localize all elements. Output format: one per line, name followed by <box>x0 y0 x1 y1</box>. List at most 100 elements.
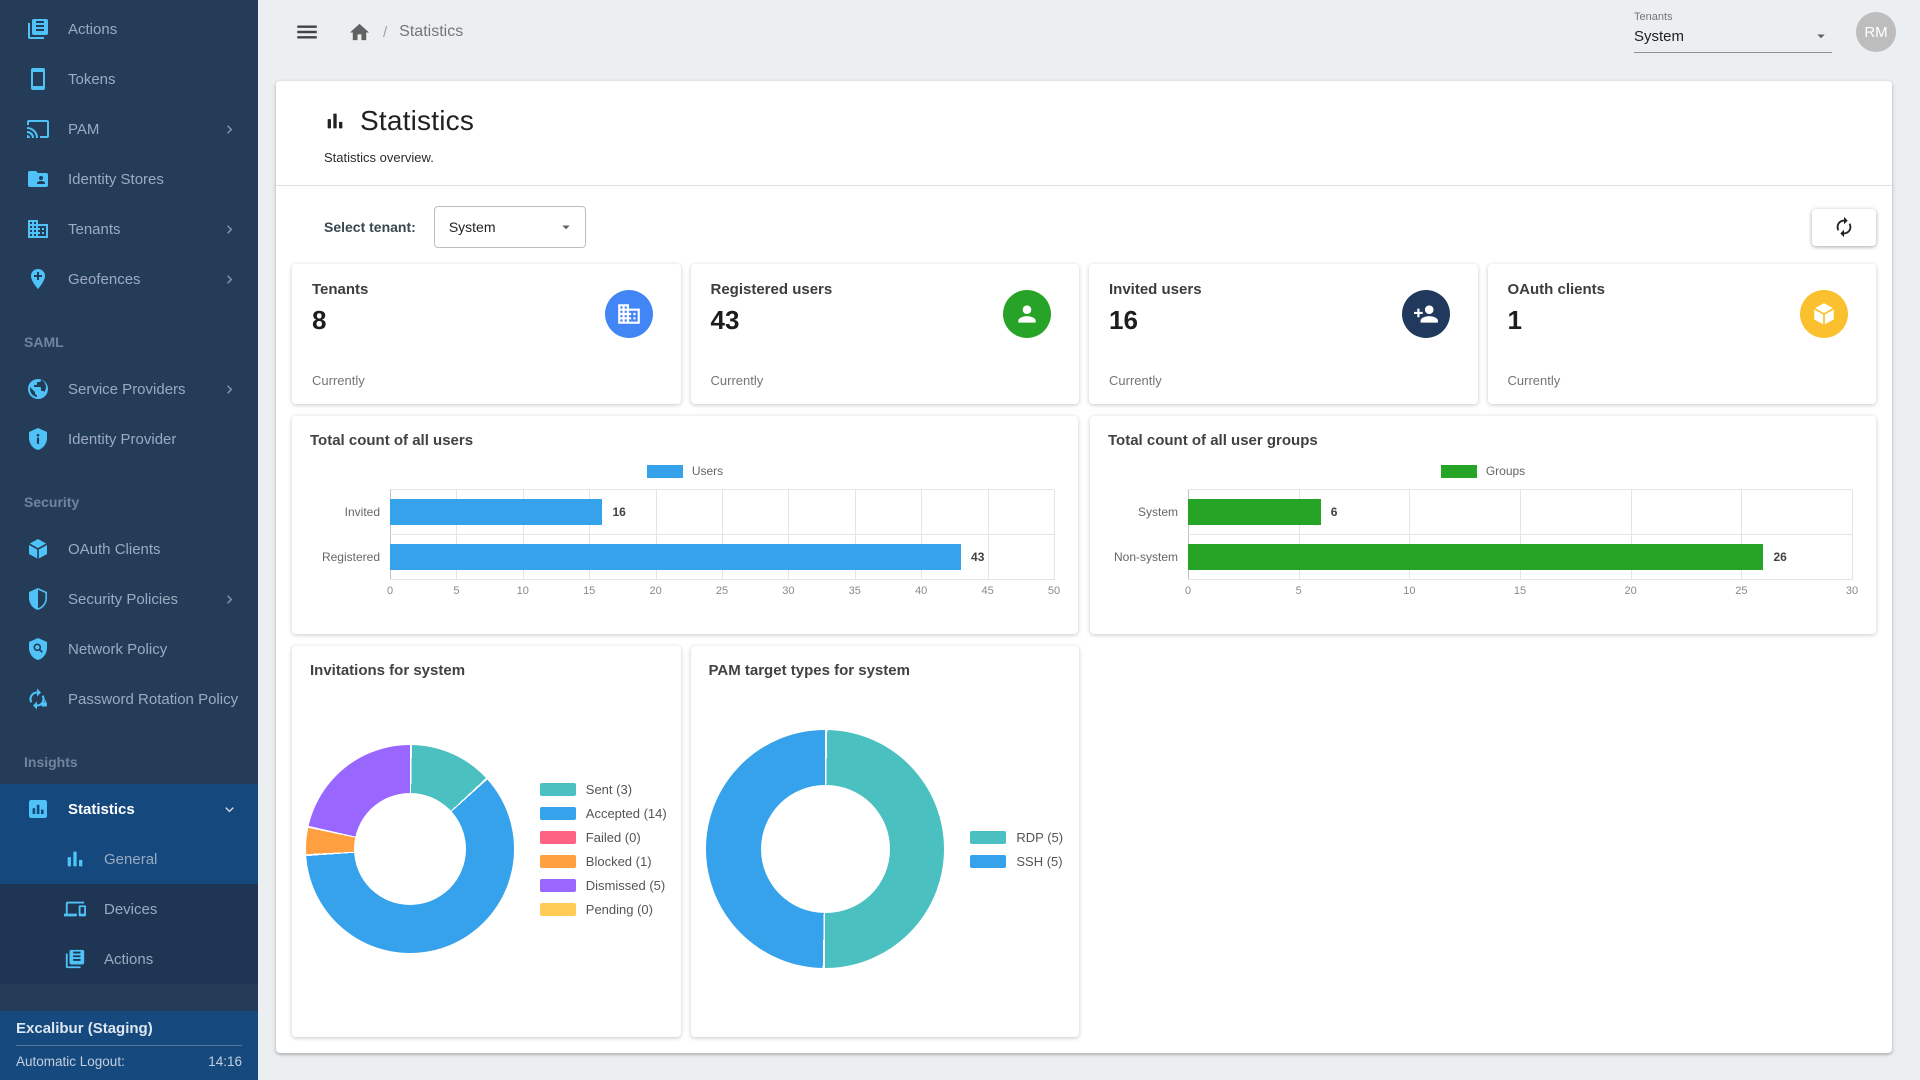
caret-down-icon <box>557 218 575 236</box>
legend-item-blocked[interactable]: Blocked (1) <box>540 854 667 869</box>
legend-label: Users <box>692 464 723 478</box>
legend-item-sent[interactable]: Sent (3) <box>540 782 667 797</box>
legend-swatch <box>540 879 576 892</box>
sidebar-item-actions[interactable]: Actions <box>0 4 258 54</box>
x-tick-label: 20 <box>649 585 661 597</box>
sidebar-section-security: Security <box>0 464 258 524</box>
content: Statistics Statistics overview. Select t… <box>258 64 1920 1080</box>
chart-total-count-of-all-user-groups: Total count of all user groups Groups Sy… <box>1090 416 1876 634</box>
x-tick-label: 25 <box>1735 585 1747 597</box>
chart-legend[interactable]: Groups <box>1090 464 1876 478</box>
legend-swatch <box>970 855 1006 868</box>
sidebar-item-oauth-clients[interactable]: OAuth Clients <box>0 524 258 574</box>
select-tenant-dropdown[interactable]: System <box>434 206 586 248</box>
cube-icon <box>1800 290 1848 338</box>
legend-label: Pending (0) <box>586 902 653 917</box>
sidebar-nav: ActionsTokensPAMIdentity StoresTenantsGe… <box>0 0 258 1044</box>
stat-caption: Currently <box>1508 373 1561 388</box>
legend-item-dismissed[interactable]: Dismissed (5) <box>540 878 667 893</box>
chart-invitations-for-system: Invitations for system Sent (3) Accepted… <box>292 646 681 1037</box>
category-label: Registered <box>302 534 390 579</box>
chart-title: PAM target types for system <box>691 646 1080 679</box>
legend-label: Groups <box>1486 464 1525 478</box>
stat-card-invited-users: Invited users 16 Currently <box>1089 264 1478 404</box>
sidebar-item-tenants[interactable]: Tenants <box>0 204 258 254</box>
shield-id-icon <box>26 427 50 451</box>
category-label: Non-system <box>1100 534 1188 579</box>
stat-card-oauth-clients: OAuth clients 1 Currently <box>1488 264 1877 404</box>
sidebar-item-security-policies[interactable]: Security Policies <box>0 574 258 624</box>
stat-title: Tenants <box>312 281 661 298</box>
legend-label: Dismissed (5) <box>586 878 665 893</box>
sidebar-item-identity-provider[interactable]: Identity Provider <box>0 414 258 464</box>
stat-card-tenants: Tenants 8 Currently <box>292 264 681 404</box>
sidebar-item-actions[interactable]: Actions <box>0 934 258 984</box>
auto-logout-label: Automatic Logout: <box>16 1054 125 1069</box>
refresh-button[interactable] <box>1812 209 1876 246</box>
sidebar-item-devices[interactable]: Devices <box>0 884 258 934</box>
sidebar-item-identity-stores[interactable]: Identity Stores <box>0 154 258 204</box>
bar[interactable] <box>1188 544 1763 570</box>
home-icon[interactable] <box>348 21 371 44</box>
app-name: Excalibur (Staging) <box>16 1020 242 1037</box>
shield-search-icon <box>26 637 50 661</box>
bar[interactable] <box>390 544 961 570</box>
sidebar-item-network-policy[interactable]: Network Policy <box>0 624 258 674</box>
legend-swatch <box>970 831 1006 844</box>
sidebar-footer: Excalibur (Staging) Automatic Logout: 14… <box>0 1011 258 1080</box>
legend-swatch <box>1441 465 1477 478</box>
x-tick-label: 0 <box>387 585 393 597</box>
breadcrumb-separator: / <box>383 24 387 41</box>
legend-item-failed[interactable]: Failed (0) <box>540 830 667 845</box>
bar[interactable] <box>390 499 602 525</box>
x-axis: 05101520253035404550 <box>390 583 1054 605</box>
legend-label: Accepted (14) <box>586 806 667 821</box>
stat-caption: Currently <box>1109 373 1162 388</box>
app-root: ActionsTokensPAMIdentity StoresTenantsGe… <box>0 0 1920 1080</box>
card-header: Statistics Statistics overview. <box>276 81 1892 185</box>
legend-swatch <box>540 831 576 844</box>
avatar[interactable]: RM <box>1856 12 1896 52</box>
x-tick-label: 10 <box>517 585 529 597</box>
auto-logout-value: 14:16 <box>208 1054 242 1069</box>
x-tick-label: 0 <box>1185 585 1191 597</box>
domain-icon <box>26 217 50 241</box>
sidebar-item-tokens[interactable]: Tokens <box>0 54 258 104</box>
sidebar-item-password-rotation-policy[interactable]: Password Rotation Policy <box>0 674 258 724</box>
legend-item-pending[interactable]: Pending (0) <box>540 902 667 917</box>
donut-chart[interactable] <box>706 730 944 968</box>
cast-icon <box>26 117 50 141</box>
donut-legend: RDP (5) SSH (5) <box>970 830 1063 869</box>
donut-charts-row: Invitations for system Sent (3) Accepted… <box>292 646 1876 1037</box>
sidebar-item-statistics[interactable]: Statistics <box>0 784 258 834</box>
chart-legend[interactable]: Users <box>292 464 1078 478</box>
smartphone-icon <box>26 67 50 91</box>
stat-caption: Currently <box>312 373 365 388</box>
devices-icon <box>64 898 86 920</box>
bar-row: 16 <box>390 490 1054 535</box>
legend-item-rdp[interactable]: RDP (5) <box>970 830 1063 845</box>
x-tick-label: 20 <box>1625 585 1637 597</box>
chart-title: Total count of all users <box>292 416 1078 449</box>
legend-label: RDP (5) <box>1016 830 1063 845</box>
legend-item-ssh[interactable]: SSH (5) <box>970 854 1063 869</box>
bar[interactable] <box>1188 499 1321 525</box>
legend-swatch <box>540 783 576 796</box>
sidebar-item-general[interactable]: General <box>0 834 258 884</box>
page-subtitle: Statistics overview. <box>324 150 1844 165</box>
tenant-select-topbar[interactable]: Tenants System <box>1634 11 1832 53</box>
menu-icon[interactable] <box>294 19 320 45</box>
chart-total-count-of-all-users: Total count of all users Users InvitedRe… <box>292 416 1078 634</box>
x-tick-label: 15 <box>1514 585 1526 597</box>
select-tenant-label: Select tenant: <box>324 219 416 235</box>
sidebar-item-geofences[interactable]: Geofences <box>0 254 258 304</box>
sidebar-item-service-providers[interactable]: Service Providers <box>0 364 258 414</box>
sidebar-item-pam[interactable]: PAM <box>0 104 258 154</box>
category-label: Invited <box>302 489 390 534</box>
sync-lock-icon <box>26 687 50 711</box>
select-tenant-value: System <box>449 219 496 235</box>
donut-legend: Sent (3) Accepted (14) Failed (0) Blocke… <box>540 782 667 917</box>
donut-chart[interactable] <box>306 745 514 953</box>
legend-item-accepted[interactable]: Accepted (14) <box>540 806 667 821</box>
statistics-card: Statistics Statistics overview. Select t… <box>276 81 1892 1053</box>
